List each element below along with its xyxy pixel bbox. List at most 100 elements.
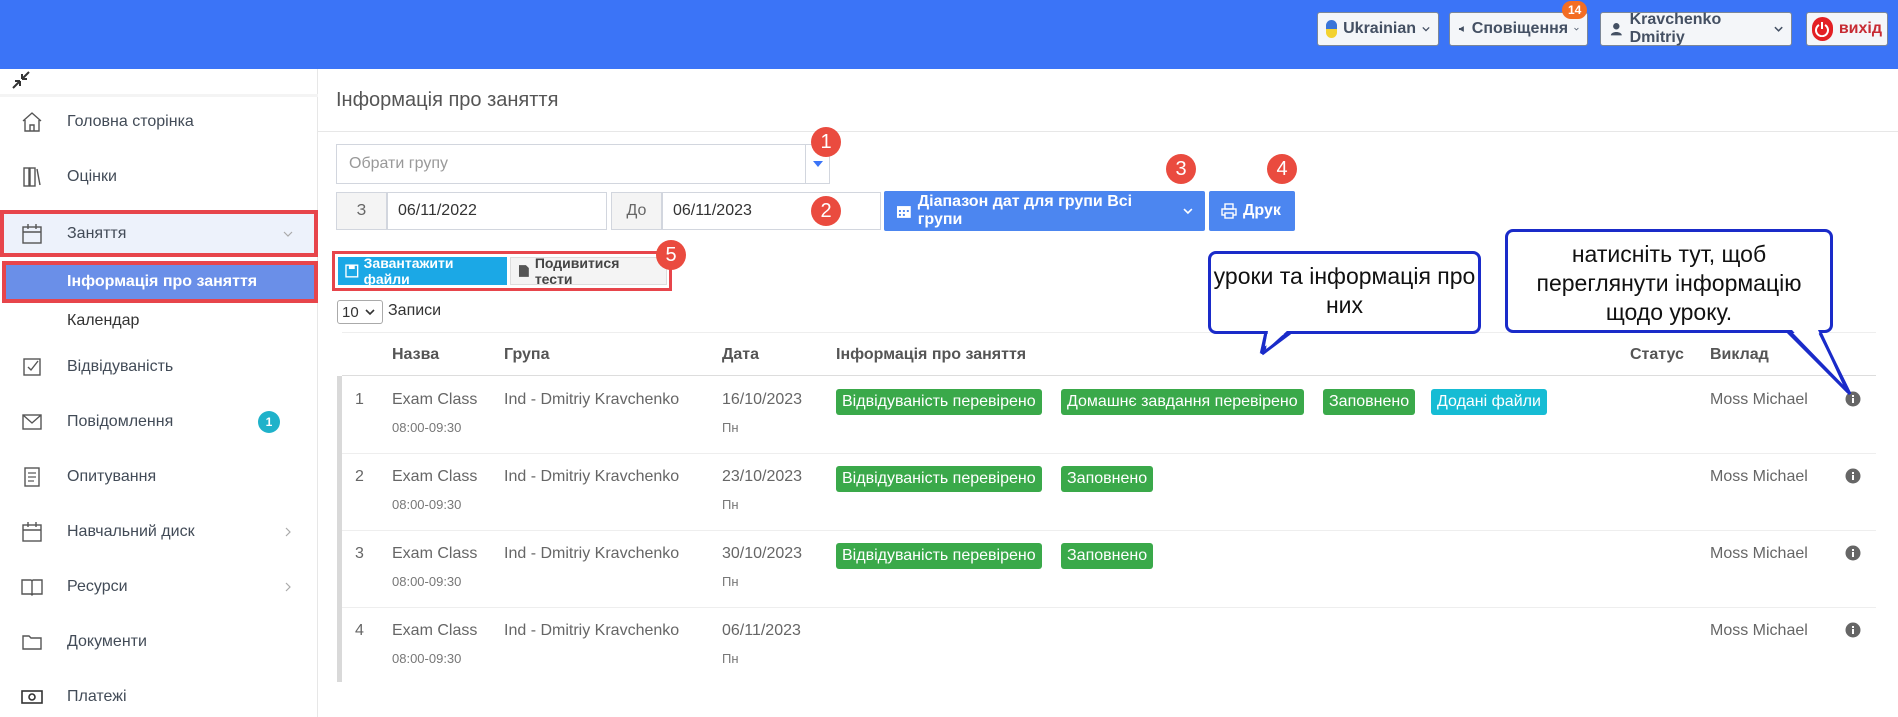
home-icon [22, 112, 42, 132]
sidebar-subitem-calendar[interactable]: Календар [0, 301, 318, 341]
file-icon [518, 265, 529, 277]
row-number: 4 [355, 622, 364, 639]
attendance-checked-tag: Відвідуваність перевірено [836, 389, 1042, 415]
lesson-date: 06/11/2023 [722, 622, 801, 639]
megaphone-icon [1458, 26, 1464, 32]
language-dropdown[interactable]: Ukrainian [1317, 12, 1439, 46]
homework-checked-tag: Домашнє завдання перевірено [1061, 389, 1304, 415]
sidebar-item-payments[interactable]: Платежі [0, 675, 318, 717]
lesson-name: Exam Class [392, 468, 478, 485]
info-icon[interactable] [1845, 468, 1861, 484]
lesson-teacher: Moss Michael [1710, 545, 1808, 562]
dropdown-arrow-icon[interactable] [813, 161, 823, 167]
sidebar-item-attendance[interactable]: Відвідуваність [0, 345, 318, 389]
info-icon[interactable] [1845, 545, 1861, 561]
from-date-label: З [336, 192, 387, 230]
sidebar-item-messages[interactable]: Повідомлення 1 [0, 400, 318, 444]
sidebar-item-label: Відвідуваність [67, 358, 174, 375]
collapse-icon[interactable] [10, 69, 32, 91]
attendance-checked-tag: Відвідуваність перевірено [836, 466, 1042, 492]
to-date-label: До [611, 192, 662, 230]
calendar-icon [896, 206, 911, 218]
sidebar-subitem-lesson-info[interactable]: Інформація про заняття [2, 261, 318, 303]
save-icon [345, 264, 359, 278]
sidebar-item-resources[interactable]: Ресурси [0, 565, 318, 609]
sidebar-item-study-disk[interactable]: Навчальний диск [0, 510, 318, 554]
sidebar-item-grades[interactable]: Оцінки [0, 155, 318, 199]
table-row: 4 Exam Class 08:00-09:30 Ind - Dmitriy K… [342, 608, 1876, 685]
notifications-count-badge: 14 [1562, 1, 1588, 19]
view-tests-button[interactable]: Подивитися тести [510, 255, 667, 287]
column-header-info[interactable]: Інформація про заняття [836, 346, 1026, 364]
to-date-input[interactable]: 06/11/2023 [662, 192, 881, 230]
column-header-name[interactable]: Назва [392, 346, 439, 364]
lesson-weekday: Пн [722, 651, 739, 666]
page-length-select[interactable]: 10 [337, 300, 383, 324]
files-added-tag: Додані файли [1431, 389, 1547, 415]
group-select-placeholder: Обрати групу [349, 155, 448, 172]
info-icon[interactable] [1845, 391, 1861, 407]
disk-icon [22, 522, 42, 542]
page-title: Інформація про заняття [336, 89, 559, 111]
survey-icon [24, 467, 40, 487]
lesson-teacher: Moss Michael [1710, 468, 1808, 485]
sidebar-subitem-label: Календар [67, 312, 140, 329]
sidebar-item-home[interactable]: Головна сторінка [0, 100, 318, 144]
table-row: 2 Exam Class 08:00-09:30 Ind - Dmitriy K… [342, 454, 1876, 531]
lesson-date: 23/10/2023 [722, 468, 803, 485]
print-button[interactable]: Друк [1209, 191, 1295, 231]
sidebar-item-lessons[interactable]: Заняття [0, 210, 318, 257]
logout-label: вихід [1838, 20, 1882, 37]
folder-icon [22, 635, 42, 650]
view-tests-label: Подивитися тести [534, 255, 620, 287]
row-number: 3 [355, 545, 364, 562]
sidebar: Головна сторінка Оцінки Заняття Інформац… [0, 69, 318, 717]
sidebar-divider [0, 94, 318, 97]
sidebar-item-label: Оцінки [67, 168, 117, 185]
lesson-date: 16/10/2023 [722, 391, 803, 408]
column-header-date[interactable]: Дата [722, 346, 759, 364]
row-number: 1 [355, 391, 364, 408]
sidebar-item-surveys[interactable]: Опитування [0, 455, 318, 499]
sidebar-item-label: Головна сторінка [67, 113, 194, 130]
lesson-teacher: Moss Michael [1710, 622, 1808, 639]
checkbox-icon [23, 358, 41, 376]
column-header-status[interactable]: Статус [1630, 346, 1684, 364]
chevron-down-icon [1774, 26, 1783, 32]
chevron-right-icon [285, 527, 291, 537]
row-number: 2 [355, 468, 364, 485]
lesson-date: 30/10/2023 [722, 545, 803, 562]
language-label: Ukrainian [1343, 20, 1417, 37]
upload-files-button[interactable]: Завантажити файли [338, 255, 507, 287]
annotation-marker-3: 3 [1166, 154, 1196, 184]
column-header-group[interactable]: Група [504, 346, 549, 364]
power-icon [1812, 17, 1833, 41]
attendance-checked-tag: Відвідуваність перевірено [836, 543, 1042, 569]
group-select[interactable]: Обрати групу [336, 144, 830, 184]
lesson-weekday: Пн [722, 497, 739, 512]
from-date-input[interactable]: 06/11/2022 [387, 192, 607, 230]
date-range-button[interactable]: Діапазон дат для групи Всі групи [884, 191, 1205, 231]
lesson-time: 08:00-09:30 [392, 420, 462, 435]
info-icon[interactable] [1845, 622, 1861, 638]
ukraine-flag-icon [1326, 20, 1338, 38]
notifications-dropdown[interactable]: Сповіщення 14 [1449, 1, 1588, 46]
sidebar-item-documents[interactable]: Документи [0, 620, 318, 664]
book-icon [21, 579, 43, 596]
lesson-teacher: Moss Michael [1710, 391, 1808, 408]
sidebar-subitem-label: Інформація про заняття [67, 273, 258, 290]
sidebar-item-label: Повідомлення [67, 413, 174, 430]
column-header-teacher[interactable]: Виклад [1710, 346, 1769, 364]
chevron-down-icon [1183, 208, 1193, 215]
lesson-name: Exam Class [392, 622, 478, 639]
top-bar: Ukrainian Сповіщення 14 Kravchenko Dmitr… [0, 0, 1898, 69]
user-dropdown[interactable]: Kravchenko Dmitriy [1600, 11, 1792, 46]
lesson-group: Ind - Dmitriy Kravchenko [504, 391, 680, 408]
table-row: 1 Exam Class 08:00-09:30 Ind - Dmitriy K… [342, 377, 1876, 454]
sidebar-item-label: Опитування [67, 468, 157, 485]
logout-button[interactable]: вихід [1806, 12, 1888, 46]
title-divider [318, 131, 1898, 132]
filled-tag: Заповнено [1323, 389, 1416, 415]
lesson-time: 08:00-09:30 [392, 497, 462, 512]
sidebar-item-label: Документи [67, 633, 147, 650]
